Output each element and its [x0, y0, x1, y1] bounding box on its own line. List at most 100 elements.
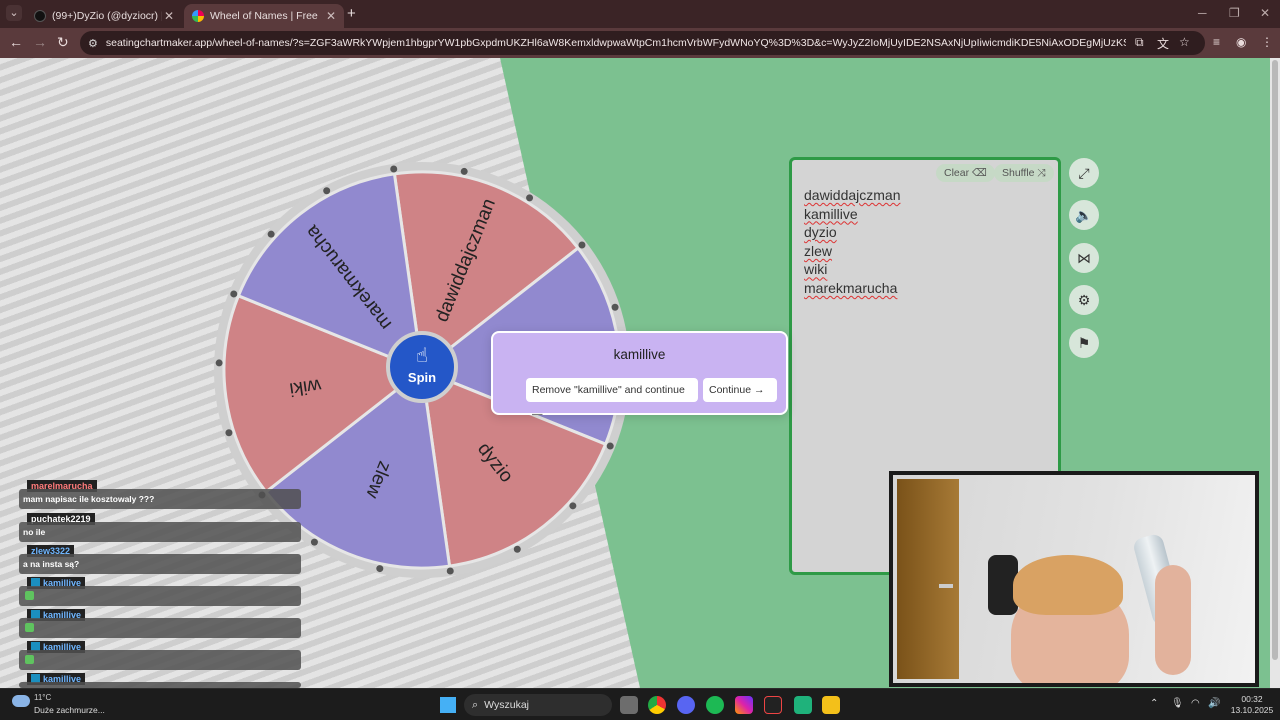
share-icon[interactable]: ⋈	[1069, 243, 1099, 273]
maximize-icon[interactable]: ❐	[1229, 6, 1240, 20]
tab-title: Wheel of Names | Free & Ad-fr	[210, 10, 320, 22]
webcam-hand	[1155, 565, 1191, 675]
clock[interactable]: 00:32 13.10.2025	[1230, 694, 1274, 716]
wheel-rim-dot	[513, 545, 521, 553]
name-entry: zlew	[804, 242, 833, 259]
url-text[interactable]: seatingchartmaker.app/wheel-of-names/?s=…	[106, 37, 1126, 49]
wheel-rim-dot	[323, 187, 331, 195]
tab-tiktok[interactable]: (99+)DyZio (@dyziocr) | TikTok ✕	[26, 4, 182, 28]
clock-date: 13.10.2025	[1230, 705, 1274, 715]
tab-close-icon[interactable]: ✕	[164, 9, 174, 23]
emote-icon	[25, 591, 34, 600]
wheel-rim-dot	[578, 241, 586, 249]
wheel-rim-dot	[390, 165, 398, 173]
omnibox[interactable]: ⚙ seatingchartmaker.app/wheel-of-names/?…	[80, 31, 1205, 55]
winner-name: kamillive	[613, 347, 666, 362]
tiktok-live-icon[interactable]	[764, 696, 782, 714]
instagram-icon[interactable]	[735, 696, 753, 714]
wheel-rim-dot	[267, 230, 275, 238]
continue-button[interactable]: Continue →	[703, 378, 777, 402]
minimize-icon[interactable]: ─	[1198, 6, 1207, 20]
wheel-rim-dot	[606, 442, 614, 450]
volume-icon[interactable]: 🔊	[1208, 698, 1220, 709]
names-textarea[interactable]: dawiddajczman kamillive dyzio zlew wiki …	[804, 186, 901, 298]
address-bar-row: ← → ↻ ⚙ seatingchartmaker.app/wheel-of-n…	[0, 28, 1280, 58]
wheel-rim-dot	[310, 538, 318, 546]
wheel-rim-dot	[215, 359, 223, 367]
cast-icon[interactable]: ⧉	[1135, 35, 1144, 50]
shuffle-button[interactable]: Shuffle ⤨	[994, 164, 1054, 182]
wheel-rim-dot	[460, 167, 468, 175]
spin-button[interactable]: ☝ Spin	[386, 331, 458, 403]
weather-cloud-icon[interactable]	[12, 695, 30, 707]
remove-and-continue-button[interactable]: Remove "kamillive" and continue —	[526, 378, 698, 420]
profile-icon[interactable]: ◉	[1236, 35, 1246, 49]
chat-message: a na insta są?	[19, 554, 301, 574]
settings-gear-icon[interactable]: ⚙	[1069, 285, 1099, 315]
bookmark-star-icon[interactable]: ☆	[1179, 35, 1190, 49]
shuffle-icon: ⤨	[1037, 167, 1046, 179]
translate-icon[interactable]: 文	[1157, 35, 1169, 52]
task-view-icon[interactable]	[620, 696, 638, 714]
scrollbar-thumb[interactable]	[1272, 60, 1278, 660]
name-entry: wiki	[804, 261, 828, 278]
weather-temp[interactable]: 11°C	[34, 693, 51, 702]
wifi-icon[interactable]: ◠	[1191, 698, 1200, 709]
weather-desc[interactable]: Duże zachmurze...	[34, 705, 105, 715]
screen: ⌄ (99+)DyZio (@dyziocr) | TikTok ✕ Wheel…	[0, 0, 1280, 720]
chrome-icon[interactable]	[648, 696, 666, 714]
name-entry: kamillive	[804, 205, 858, 222]
search-placeholder: Wyszukaj	[484, 699, 530, 711]
forward-icon[interactable]: →	[33, 34, 47, 50]
spotify-icon[interactable]	[706, 696, 724, 714]
streamlabs-icon[interactable]	[794, 696, 812, 714]
tab-search-icon[interactable]: ⌄	[6, 5, 22, 21]
wheel-rim-dot	[446, 567, 454, 575]
wheel-rim-dot	[526, 194, 534, 202]
window-close-icon[interactable]: ✕	[1260, 6, 1270, 20]
clock-time: 00:32	[1241, 694, 1263, 704]
tray-chevron-icon[interactable]: ⌃	[1150, 698, 1158, 709]
windows-start-icon[interactable]	[440, 697, 456, 713]
door-handle	[939, 584, 953, 588]
chat-message	[19, 586, 301, 606]
chat-message	[19, 618, 301, 638]
bookmark-icon[interactable]: ⚑	[1069, 328, 1099, 358]
eraser-icon: ⌫	[972, 167, 987, 179]
taskbar-search[interactable]: ⌕ Wyszukaj	[464, 694, 612, 716]
microphone-icon[interactable]: 🎙	[1171, 698, 1184, 709]
chat-message	[19, 650, 301, 670]
pointer-click-icon: ☝	[415, 345, 429, 367]
tab-close-icon[interactable]: ✕	[326, 9, 336, 23]
spin-label: Spin	[407, 370, 437, 385]
chat-message: no ile	[19, 522, 301, 542]
webcam-overlay	[889, 471, 1259, 687]
name-entry: dyzio	[804, 224, 837, 241]
search-icon: ⌕	[472, 699, 479, 711]
wheel-rim-dot	[376, 565, 384, 573]
chat-message: mam napisac ile kosztowaly ???	[19, 489, 301, 509]
discord-icon[interactable]	[677, 696, 695, 714]
fullscreen-icon[interactable]: ⤢	[1069, 158, 1099, 188]
winner-dialog: kamillive Remove "kamillive" and continu…	[491, 331, 788, 420]
clear-label: Clear	[944, 167, 970, 179]
sound-icon[interactable]: 🔈	[1069, 200, 1099, 230]
wheel-rim-dot	[225, 429, 233, 437]
back-icon[interactable]: ←	[9, 34, 23, 50]
reload-icon[interactable]: ↻	[57, 34, 69, 51]
webcam-hair	[1013, 555, 1123, 615]
menu-icon[interactable]: ⋮	[1261, 35, 1273, 49]
site-info-icon[interactable]: ⚙	[88, 37, 98, 50]
emote-icon	[25, 623, 34, 632]
wheel-rim-dot	[569, 502, 577, 510]
tab-wheel-of-names[interactable]: Wheel of Names | Free & Ad-fr ✕	[184, 4, 344, 28]
tab-bar: ⌄ (99+)DyZio (@dyziocr) | TikTok ✕ Wheel…	[0, 0, 1280, 28]
app-icon[interactable]	[822, 696, 840, 714]
media-icon[interactable]: ≡	[1213, 35, 1220, 49]
wheel-rim-dot	[230, 290, 238, 298]
clear-button[interactable]: Clear ⌫	[936, 164, 995, 182]
new-tab-icon[interactable]: +	[347, 5, 356, 22]
scrollbar[interactable]	[1270, 58, 1280, 688]
shuffle-label: Shuffle	[1002, 167, 1035, 179]
wheel-rim-dot	[611, 303, 619, 311]
